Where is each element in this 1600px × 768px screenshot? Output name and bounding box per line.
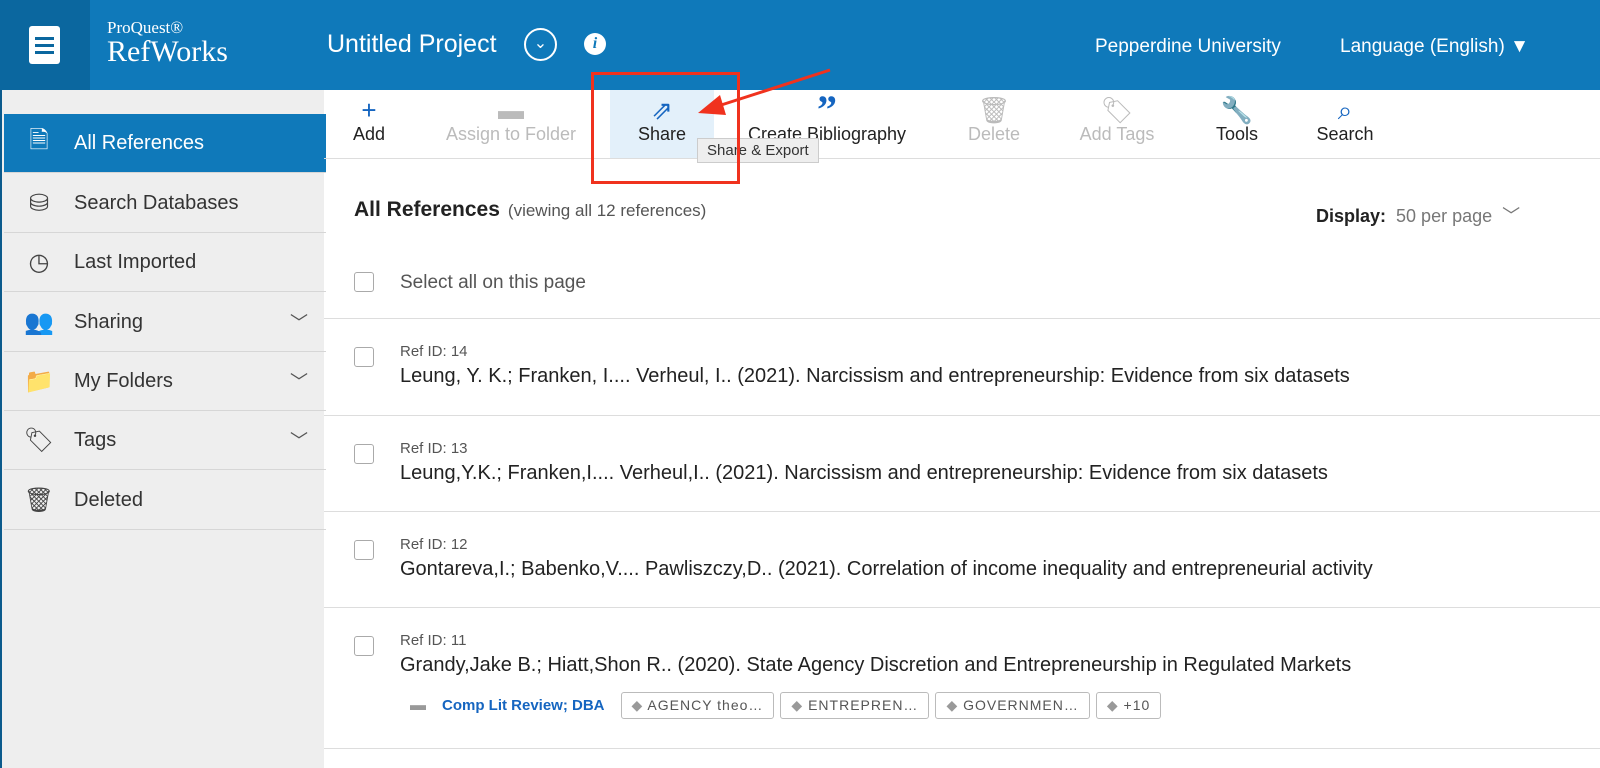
sidebar-item-search-databases[interactable]: ⛁ Search Databases (4, 174, 326, 233)
sidebar-item-sharing[interactable]: 👥 Sharing ﹀ (4, 293, 326, 352)
ref-id: Ref ID: 14 (400, 343, 468, 360)
page-title: All References (viewing all 12 references… (354, 198, 707, 221)
add-button[interactable]: + Add (344, 90, 394, 158)
tag-icon: ◆ (631, 697, 648, 713)
ref-title[interactable]: Grandy,Jake B.; Hiatt,Shon R.. (2020). S… (400, 654, 1351, 677)
sidebar: 🗎 All References ⛁ Search Databases ◷ Last … (0, 90, 326, 768)
row-checkbox[interactable] (354, 636, 374, 656)
document-icon: 🗎 (29, 126, 49, 154)
delete-button[interactable]: 🗑 Delete (960, 90, 1028, 158)
refworks-logo[interactable]: ProQuest® RefWorks (107, 18, 228, 67)
select-all-checkbox[interactable] (354, 272, 374, 292)
row-checkbox[interactable] (354, 444, 374, 464)
sidebar-item-my-folders[interactable]: 📁 My Folders ﹀ (4, 352, 326, 411)
more-tags-chip[interactable]: ◆ +10 (1095, 692, 1162, 719)
language-select[interactable]: Language (English) ▼ (1340, 36, 1529, 58)
project-title[interactable]: Untitled Project (327, 30, 497, 59)
database-icon: ⛁ (28, 189, 50, 217)
tag-chip[interactable]: ◆ GOVERNMEN… (935, 692, 1090, 719)
tag-icon: ◆ (1106, 697, 1124, 713)
divider (324, 158, 1600, 159)
chevron-down-icon[interactable]: ﹀ (290, 427, 308, 453)
tag-icon: 🏷 (1100, 95, 1134, 125)
folder-icon: 📁 (24, 367, 54, 395)
trash-icon: 🗑 (23, 486, 55, 514)
sidebar-item-last-imported[interactable]: ◷ Last Imported (4, 233, 326, 292)
annotation-arrow (698, 68, 831, 115)
project-dropdown-icon[interactable]: ⌄ (524, 28, 557, 61)
folder-links[interactable]: Comp Lit Review; DBA (442, 697, 605, 714)
tag-icon: 🏷 (23, 426, 55, 454)
tag-chip[interactable]: ◆ AGENCY theo… (620, 692, 775, 719)
chevron-down-icon[interactable]: ﹀ (290, 368, 308, 394)
search-button[interactable]: ⌕ Search (1312, 90, 1378, 158)
table-row[interactable]: Ref ID: 13 Leung,Y.K.; Franken,I.... Ver… (324, 415, 1600, 511)
select-all-label: Select all on this page (400, 272, 586, 293)
sidebar-item-tags[interactable]: 🏷 Tags ﹀ (4, 411, 326, 470)
table-row[interactable]: Ref ID: 11 Grandy,Jake B.; Hiatt,Shon R.… (324, 607, 1600, 749)
ref-title[interactable]: Gontareva,I.; Babenko,V.... Pawliszczy,D… (400, 558, 1373, 581)
wrench-icon: 🔧 (1220, 95, 1254, 125)
ref-title[interactable]: Leung, Y. K.; Franken, I.... Verheul, I.… (400, 365, 1350, 388)
reference-count: (viewing all 12 references) (507, 201, 707, 220)
ref-title[interactable]: Leung,Y.K.; Franken,I.... Verheul,I.. (2… (400, 462, 1328, 485)
document-icon[interactable] (0, 0, 90, 90)
sidebar-item-deleted[interactable]: 🗑 Deleted (4, 471, 326, 530)
tag-icon: ◆ (946, 697, 964, 713)
info-icon[interactable]: i (584, 33, 606, 55)
table-row[interactable]: Ref ID: 14 Leung, Y. K.; Franken, I.... … (324, 318, 1600, 414)
people-icon: 👥 (24, 308, 54, 336)
clock-icon: ◷ (28, 248, 50, 276)
row-checkbox[interactable] (354, 540, 374, 560)
assign-to-folder-button[interactable]: ▬ Assign to Folder (436, 90, 586, 158)
folder-icon: ▬ (410, 696, 426, 714)
ref-id: Ref ID: 12 (400, 536, 468, 553)
ref-tags: ▬ Comp Lit Review; DBA ◆ AGENCY theo… ◆ … (410, 692, 1162, 719)
row-checkbox[interactable] (354, 347, 374, 367)
add-tags-button[interactable]: 🏷 Add Tags (1072, 90, 1162, 158)
tools-button[interactable]: 🔧 Tools (1208, 90, 1266, 158)
sidebar-item-all-references[interactable]: 🗎 All References (4, 114, 326, 173)
folder-icon: ▬ (498, 95, 524, 125)
table-row[interactable]: Ref ID: 12 Gontareva,I.; Babenko,V.... P… (324, 511, 1600, 607)
trash-icon: 🗑 (977, 95, 1011, 125)
ref-id: Ref ID: 11 (400, 632, 467, 649)
institution-name: Pepperdine University (1095, 36, 1281, 57)
tag-chip[interactable]: ◆ ENTREPREN… (780, 692, 930, 719)
tag-icon: ◆ (791, 697, 809, 713)
display-select[interactable]: Display: 50 per page ﹀ (1316, 202, 1520, 228)
chevron-down-icon: ﹀ (1502, 206, 1521, 226)
search-icon: ⌕ (1337, 95, 1353, 125)
chevron-down-icon[interactable]: ﹀ (290, 309, 308, 335)
plus-icon: + (361, 95, 377, 125)
ref-id: Ref ID: 13 (400, 440, 468, 457)
